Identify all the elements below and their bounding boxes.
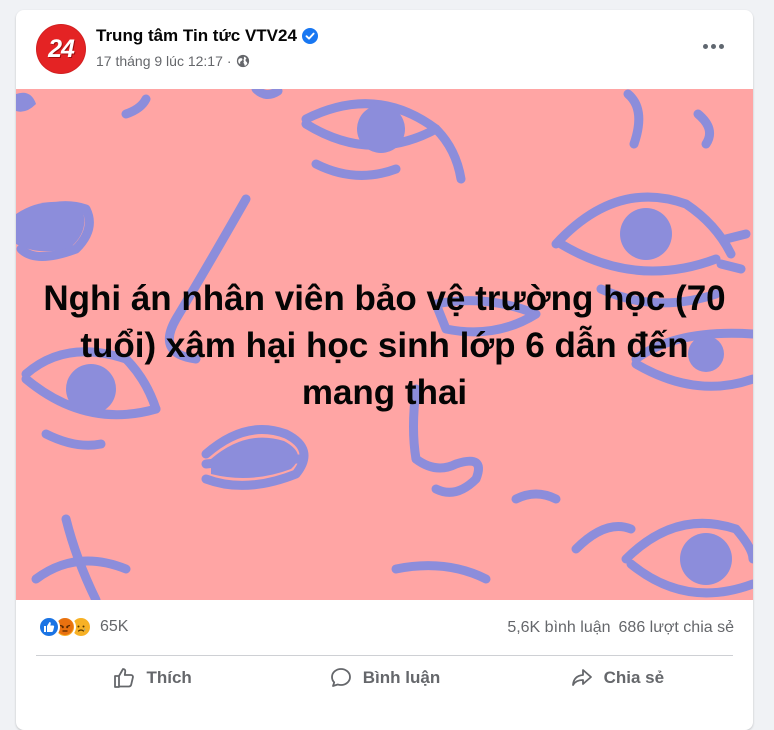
globe-icon [236,54,249,68]
verified-badge-icon [301,28,318,44]
thumbs-up-icon [114,668,135,688]
post-meta: 17 tháng 9 lúc 12:17 · [96,53,250,69]
post-headline: Nghi án nhân viên bảo vệ trường học (70 … [43,279,726,412]
meta-separator: · [226,53,232,69]
comment-count-link[interactable]: 5,6K bình luận [507,619,610,637]
post-header: 24 Trung tâm Tin tức VTV24 17 tháng 9 lú… [16,10,753,89]
page-name-row: Trung tâm Tin tức VTV24 [96,26,318,46]
post-card: 24 Trung tâm Tin tức VTV24 17 tháng 9 lú… [16,10,753,730]
post-stats-bar: 65K 5,6K bình luận 686 lượt chia sẻ [16,600,753,647]
like-button[interactable]: Thích [36,656,268,700]
comment-label: Bình luận [362,668,441,687]
share-count-link[interactable]: 686 lượt chia sẻ [619,619,734,637]
post-image[interactable]: Nghi án nhân viên bảo vệ trường học (70 … [16,89,753,600]
page-avatar[interactable]: 24 [36,24,86,74]
post-actions: Thích Bình luận Chia sẻ [36,656,733,700]
post-timestamp[interactable]: 17 tháng 9 lúc 12:17 [96,53,223,69]
comment-button[interactable]: Bình luận [268,656,500,700]
share-arrow-icon [571,669,592,686]
page-name-link[interactable]: Trung tâm Tin tức VTV24 [96,26,297,46]
more-options-button[interactable] [695,34,731,58]
share-button[interactable]: Chia sẻ [501,656,733,700]
avatar-logo-text: 24 [48,34,75,63]
reaction-count: 65K [100,618,129,635]
dot-icon [718,43,724,49]
dot-icon [710,43,716,49]
like-label: Thích [146,668,192,687]
dot-icon [702,43,708,49]
engagement-counts: 5,6K bình luận 686 lượt chia sẻ [507,619,734,637]
reactions-summary[interactable]: 65K [38,616,128,638]
share-label: Chia sẻ [603,668,665,687]
comment-bubble-icon [330,668,351,687]
like-reaction-icon [38,616,60,638]
